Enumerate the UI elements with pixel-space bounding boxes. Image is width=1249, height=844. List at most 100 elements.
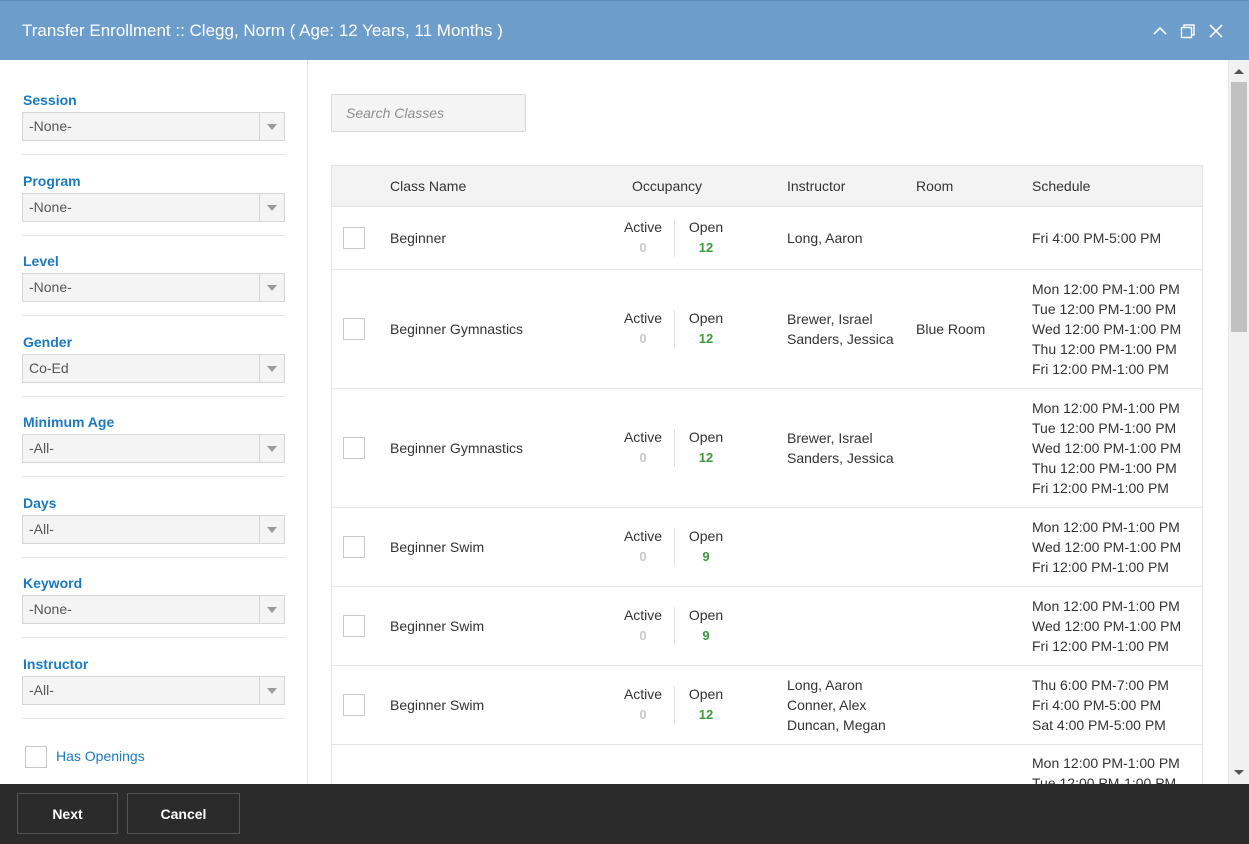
cancel-button[interactable]: Cancel <box>127 793 240 834</box>
active-label: Active <box>623 429 663 445</box>
table-row[interactable]: Beginner Swim Active 0 Open 9 Mon 12:00 PM-1:… <box>332 508 1202 587</box>
schedule: Fri 4:00 PM-5:00 PM <box>1032 228 1161 248</box>
search-classes-input[interactable] <box>331 94 526 132</box>
instructor-name: Brewer, Israel <box>787 430 873 446</box>
schedule-slot: Mon 12:00 PM-1:00 PM <box>1032 755 1180 771</box>
chevron-down-icon[interactable] <box>259 274 284 301</box>
row-select-checkbox[interactable] <box>343 437 365 459</box>
schedule-slot: Thu 12:00 PM-1:00 PM <box>1032 341 1177 357</box>
col-instructor[interactable]: Instructor <box>787 166 845 207</box>
level-select[interactable]: -None- <box>22 273 285 302</box>
active-label: Active <box>623 310 663 326</box>
level-select-value: -None- <box>29 279 72 295</box>
row-select-checkbox[interactable] <box>343 536 365 558</box>
minimum-age-select-value: -All- <box>29 440 54 456</box>
schedule-slot: Fri 12:00 PM-1:00 PM <box>1032 480 1169 496</box>
open-count: 12 <box>698 240 714 255</box>
class-name: Beginner <box>390 230 447 246</box>
active-count: 0 <box>639 628 647 643</box>
schedule-slot: Tue 12:00 PM-1:00 PM <box>1032 775 1177 784</box>
room-name: Blue Room <box>916 321 986 337</box>
program-select-value: -None- <box>29 199 72 215</box>
occupancy: Active 0 Open 12 <box>612 217 762 259</box>
gender-select[interactable]: Co-Ed <box>22 354 285 383</box>
scroll-up-icon[interactable] <box>1229 60 1249 82</box>
chevron-down-icon[interactable] <box>259 596 284 623</box>
dialog-titlebar: Transfer Enrollment :: Clegg, Norm ( Age… <box>0 0 1249 60</box>
scroll-down-icon[interactable] <box>1229 762 1249 784</box>
table-row[interactable]: Beginner Swim Active 0 Open 12 Long, Aaron Con… <box>332 666 1202 745</box>
col-schedule[interactable]: Schedule <box>1032 166 1090 207</box>
occupancy-active: Active 0 <box>612 526 674 568</box>
row-select-checkbox[interactable] <box>343 694 365 716</box>
schedule-slot: Fri 12:00 PM-1:00 PM <box>1032 638 1169 654</box>
row-select-checkbox[interactable] <box>343 227 365 249</box>
col-room[interactable]: Room <box>916 166 953 207</box>
schedule-slot: Wed 12:00 PM-1:00 PM <box>1032 440 1182 456</box>
chevron-down-icon[interactable] <box>259 113 284 140</box>
instructor-name: Sanders, Jessica <box>787 450 894 466</box>
filter-session-label: Session <box>23 92 77 108</box>
open-count: 12 <box>698 707 714 722</box>
row-select-checkbox[interactable] <box>343 318 365 340</box>
chevron-down-icon[interactable] <box>259 435 284 462</box>
open-label: Open <box>688 219 724 235</box>
open-label: Open <box>688 429 724 445</box>
scroll-thumb[interactable] <box>1231 82 1247 332</box>
keyword-select[interactable]: -None- <box>22 595 285 624</box>
schedule-slot: Sat 4:00 PM-5:00 PM <box>1032 717 1166 733</box>
has-openings-checkbox[interactable] <box>25 746 47 768</box>
instructors: Brewer, Israel Sanders, Jessica <box>787 309 894 349</box>
schedule-slot: Fri 12:00 PM-1:00 PM <box>1032 559 1169 575</box>
schedule: Mon 12:00 PM-1:00 PM Wed 12:00 PM-1:00 PM… <box>1032 517 1181 577</box>
table-row[interactable]: Mon 12:00 PM-1:00 PM Tue 12:00 PM-1:00 PM <box>332 745 1202 784</box>
occupancy-active: Active 0 <box>612 605 674 647</box>
instructor-select[interactable]: -All- <box>22 676 285 705</box>
table-row[interactable]: Beginner Gymnastics Active 0 Open 12 Brewer, … <box>332 270 1202 389</box>
schedule-slot: Mon 12:00 PM-1:00 PM <box>1032 281 1180 297</box>
session-select[interactable]: -None- <box>22 112 285 141</box>
maximize-icon[interactable] <box>1179 22 1197 40</box>
divider <box>22 718 285 719</box>
class-list-panel: Class Name Occupancy Instructor Room Sch… <box>309 60 1227 784</box>
instructor-name: Brewer, Israel <box>787 311 873 327</box>
table-row[interactable]: Beginner Swim Active 0 Open 9 Mon 12:00 PM-1:… <box>332 587 1202 666</box>
next-button[interactable]: Next <box>17 793 118 834</box>
has-openings-label[interactable]: Has Openings <box>56 748 145 764</box>
scrollbar[interactable] <box>1228 60 1249 784</box>
class-name: Beginner Swim <box>390 697 485 713</box>
minimum-age-select[interactable]: -All- <box>22 434 285 463</box>
schedule-slot: Wed 12:00 PM-1:00 PM <box>1032 618 1182 634</box>
class-name: Beginner Swim <box>390 618 485 634</box>
occupancy-open: Open 12 <box>675 427 737 469</box>
schedule-slot: Fri 4:00 PM-5:00 PM <box>1032 230 1162 246</box>
occupancy-open: Open 12 <box>675 684 737 726</box>
schedule-slot: Fri 4:00 PM-5:00 PM <box>1032 697 1162 713</box>
days-select[interactable]: -All- <box>22 515 285 544</box>
dialog-title: Transfer Enrollment :: Clegg, Norm ( Age… <box>22 21 503 40</box>
col-class-name[interactable]: Class Name <box>390 166 466 207</box>
occupancy: Active 0 Open 12 <box>612 427 762 469</box>
table-row[interactable]: Beginner Active 0 Open 12 Long, Aaron Fri 4:00… <box>332 207 1202 270</box>
schedule-slot: Mon 12:00 PM-1:00 PM <box>1032 519 1180 535</box>
occupancy-open: Open 12 <box>675 308 737 350</box>
table-row[interactable]: Beginner Gymnastics Active 0 Open 12 Brewer, … <box>332 389 1202 508</box>
filter-level-label: Level <box>23 253 59 269</box>
program-select[interactable]: -None- <box>22 193 285 222</box>
filter-program-label: Program <box>23 173 81 189</box>
occupancy-open: Open 12 <box>675 217 737 259</box>
col-occupancy[interactable]: Occupancy <box>632 166 702 207</box>
chevron-down-icon[interactable] <box>259 194 284 221</box>
close-icon[interactable] <box>1207 22 1225 40</box>
instructor-name: Duncan, Megan <box>787 717 886 733</box>
occupancy: Active 0 Open 9 <box>612 526 762 568</box>
divider <box>22 396 285 397</box>
open-label: Open <box>688 607 724 623</box>
chevron-down-icon[interactable] <box>259 355 284 382</box>
keyword-select-value: -None- <box>29 601 72 617</box>
schedule-slot: Wed 12:00 PM-1:00 PM <box>1032 321 1182 337</box>
row-select-checkbox[interactable] <box>343 615 365 637</box>
chevron-down-icon[interactable] <box>259 677 284 704</box>
chevron-down-icon[interactable] <box>259 516 284 543</box>
collapse-icon[interactable] <box>1151 22 1169 40</box>
